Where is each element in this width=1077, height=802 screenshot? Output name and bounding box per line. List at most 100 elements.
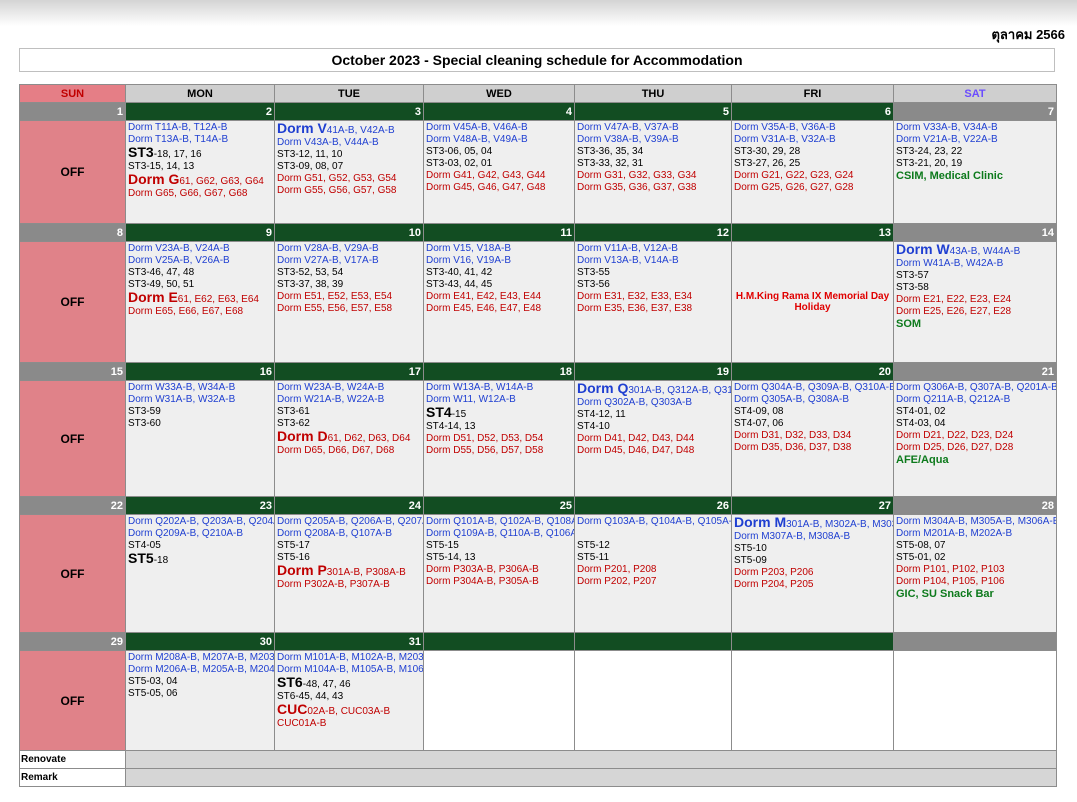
- schedule-line: Dorm G31, G32, G33, G34: [577, 170, 729, 182]
- schedule-text: 61, E62, E63, E64: [177, 294, 259, 305]
- date-number: 7: [893, 102, 1057, 121]
- schedule-line: Dorm Q306A-B, Q307A-B, Q201A-B: [896, 382, 1056, 394]
- schedule-line: Dorm Q305A-B, Q308A-B: [734, 394, 891, 406]
- schedule-line: ST5-05, 06: [128, 688, 272, 700]
- day-cell[interactable]: Dorm W33A-B, W34A-B Dorm W31A-B, W32A-B ST…: [125, 380, 275, 497]
- date-number: 8: [19, 223, 126, 242]
- date-number: 4: [423, 102, 575, 121]
- schedule-text: Dorm G35, G36, G37, G38: [577, 182, 697, 193]
- day-cell[interactable]: [574, 650, 732, 751]
- schedule-line: Dorm E35, E36, E37, E38: [577, 303, 729, 315]
- week-row: OFF Dorm W33A-B, W34A-B Dorm W31A-B, W32A-…: [19, 380, 1057, 497]
- schedule-text: ST3-09, 08, 07: [277, 161, 344, 172]
- day-cell[interactable]: Dorm M304A-B, M305A-B, M306A-B Dorm M201A…: [893, 514, 1057, 633]
- day-cell[interactable]: Dorm V15, V18A-B Dorm V16, V19A-B ST3-40, …: [423, 241, 575, 363]
- schedule-text: Dorm Q205A-B, Q206A-B, Q207A-B: [277, 516, 424, 527]
- schedule-line: Dorm E45, E46, E47, E48: [426, 303, 572, 315]
- day-cell[interactable]: Dorm W43A-B, W44A-B Dorm W41A-B, W42A-B ST…: [893, 241, 1057, 363]
- day-cell[interactable]: Dorm M301A-B, M302A-B, M303A-BDorm M307A…: [731, 514, 894, 633]
- schedule-line: ST4-01, 02: [896, 406, 1054, 418]
- day-cell[interactable]: Dorm W13A-B, W14A-B Dorm W11, W12A-B ST4-1…: [423, 380, 575, 497]
- schedule-text: Dorm W41A-B, W42A-B: [896, 258, 1004, 269]
- schedule-line: Dorm G45, G46, G47, G48: [426, 182, 572, 194]
- schedule-line: Dorm E31, E32, E33, E34: [577, 291, 729, 303]
- day-cell[interactable]: Dorm Q202A-B, Q203A-B, Q204A-B Dorm Q209A…: [125, 514, 275, 633]
- schedule-text: Dorm V47A-B, V37A-B: [577, 122, 679, 133]
- renovate-label: Renovate: [19, 750, 126, 769]
- schedule-line: ST3-40, 41, 42: [426, 267, 572, 279]
- schedule-text: Dorm M101A-B, M102A-B, M203A-B: [277, 652, 424, 663]
- day-cell[interactable]: Dorm V35A-B, V36A-B Dorm V31A-B, V32A-B ST…: [731, 120, 894, 224]
- day-cell[interactable]: Dorm V33A-B, V34A-B Dorm V21A-B, V22A-B ST…: [893, 120, 1057, 224]
- day-cell[interactable]: Dorm W23A-B, W24A-B Dorm W21A-B, W22A-B ST…: [274, 380, 424, 497]
- remark-row[interactable]: [125, 768, 1057, 787]
- schedule-text: Dorm W23A-B, W24A-B: [277, 382, 385, 393]
- schedule-text: ST3-43, 44, 45: [426, 279, 493, 290]
- schedule-line: Dorm P201, P208: [577, 564, 729, 576]
- schedule-line: Dorm Q211A-B, Q212A-B: [896, 394, 1054, 406]
- schedule-text: Dorm E35, E36, E37, E38: [577, 303, 693, 314]
- day-cell[interactable]: Dorm Q301A-B, Q312A-B, Q311A-BDorm Q302A…: [574, 380, 732, 497]
- schedule-text: ST3-40, 41, 42: [426, 267, 493, 278]
- schedule-text: ST5-11: [577, 552, 610, 563]
- schedule-line: Dorm Q103A-B, Q104A-B, Q105A-B: [577, 516, 731, 528]
- schedule-text: 301A-B, P308A-B: [326, 567, 406, 578]
- day-cell[interactable]: Dorm Q103A-B, Q104A-B, Q105A-B ST5-12 ST5…: [574, 514, 732, 633]
- day-cell[interactable]: Dorm Q304A-B, Q309A-B, Q310A-B Dorm Q305A…: [731, 380, 894, 497]
- day-cell[interactable]: Dorm V41A-B, V42A-B Dorm V43A-B, V44A-B ST…: [274, 120, 424, 224]
- day-cell[interactable]: Dorm V45A-B, V46A-B Dorm V48A-B, V49A-B ST…: [423, 120, 575, 224]
- day-cell[interactable]: Dorm V47A-B, V37A-B Dorm V38A-B, V39A-B ST…: [574, 120, 732, 224]
- thai-month-label: ตุลาคม 2566: [991, 27, 1065, 42]
- day-cell[interactable]: Dorm Q205A-B, Q206A-B, Q207A-B Dorm Q208A…: [274, 514, 424, 633]
- schedule-text: ST5-09: [734, 555, 767, 566]
- schedule-line: Dorm D25, D26, D27, D28: [896, 442, 1054, 454]
- schedule-text: Dorm D25, D26, D27, D28: [896, 442, 1014, 453]
- date-row: 22 23 24 25 26 27 28: [19, 496, 1057, 515]
- schedule-text: Dorm E65, E66, E67, E68: [128, 306, 244, 317]
- schedule-text: Dorm P203, P206: [734, 567, 814, 578]
- schedule-prefix: ST6: [277, 674, 303, 690]
- schedule-line: ST6-48, 47, 46: [277, 674, 421, 691]
- day-cell[interactable]: Dorm V28A-B, V29A-B Dorm V27A-B, V17A-B ST…: [274, 241, 424, 363]
- day-cell[interactable]: [893, 650, 1057, 751]
- schedule-prefix: Dorm V: [277, 120, 327, 136]
- schedule-line: Dorm M201A-B, M202A-B: [896, 528, 1054, 540]
- schedule-prefix: Dorm M: [734, 514, 787, 530]
- day-cell[interactable]: Dorm Q306A-B, Q307A-B, Q201A-B Dorm Q211A…: [893, 380, 1057, 497]
- day-cell[interactable]: [423, 650, 575, 751]
- day-cell[interactable]: [731, 650, 894, 751]
- schedule-prefix: Dorm Q: [577, 380, 629, 396]
- schedule-text: Dorm Q209A-B, Q210A-B: [128, 528, 244, 539]
- day-cell[interactable]: Dorm V23A-B, V24A-B Dorm V25A-B, V26A-B ST…: [125, 241, 275, 363]
- schedule-text: Dorm M208A-B, M207A-B, M203A-B: [128, 652, 275, 663]
- schedule-text: Dorm V33A-B, V34A-B: [896, 122, 998, 133]
- schedule-text: ST3-27, 26, 25: [734, 158, 801, 169]
- schedule-line: Dorm Q205A-B, Q206A-B, Q207A-B: [277, 516, 424, 528]
- date-number: 29: [19, 632, 126, 651]
- schedule-line: Dorm G51, G52, G53, G54: [277, 173, 421, 185]
- schedule-text: Dorm V23A-B, V24A-B: [128, 243, 230, 254]
- schedule-text: ST5-17: [277, 540, 310, 551]
- schedule-line: Dorm D45, D46, D47, D48: [577, 445, 729, 457]
- schedule-line: Dorm G25, G26, G27, G28: [734, 182, 891, 194]
- date-row: 29 30 31: [19, 632, 1057, 651]
- schedule-line: ST4-07, 06: [734, 418, 891, 430]
- day-cell[interactable]: Dorm Q101A-B, Q102A-B, Q108A-B Dorm Q109A…: [423, 514, 575, 633]
- day-cell[interactable]: Dorm T11A-B, T12A-B Dorm T13A-B, T14A-B ST…: [125, 120, 275, 224]
- schedule-text: ST3-30, 29, 28: [734, 146, 801, 157]
- renovate-row[interactable]: [125, 750, 1057, 769]
- schedule-line: ST5-12: [577, 540, 729, 552]
- day-cell[interactable]: Dorm M101A-B, M102A-B, M203A-BDorm M104A…: [274, 650, 424, 751]
- day-cell[interactable]: Dorm V11A-B, V12A-B Dorm V13A-B, V14A-B ST…: [574, 241, 732, 363]
- schedule-line: Dorm V25A-B, V26A-B: [128, 255, 272, 267]
- schedule-line: Dorm W33A-B, W34A-B: [128, 382, 272, 394]
- schedule-line: ST3-57: [896, 270, 1054, 282]
- schedule-line: ST3-43, 44, 45: [426, 279, 572, 291]
- schedule-prefix: Dorm D: [277, 428, 328, 444]
- date-number: 23: [125, 496, 275, 515]
- remark-label: Remark: [19, 768, 126, 787]
- schedule-text: Dorm D21, D22, D23, D24: [896, 430, 1014, 441]
- schedule-text: Dorm D55, D56, D57, D58: [426, 445, 544, 456]
- schedule-text: Dorm E51, E52, E53, E54: [277, 291, 393, 302]
- day-cell[interactable]: Dorm M208A-B, M207A-B, M203A-BDorm M206A…: [125, 650, 275, 751]
